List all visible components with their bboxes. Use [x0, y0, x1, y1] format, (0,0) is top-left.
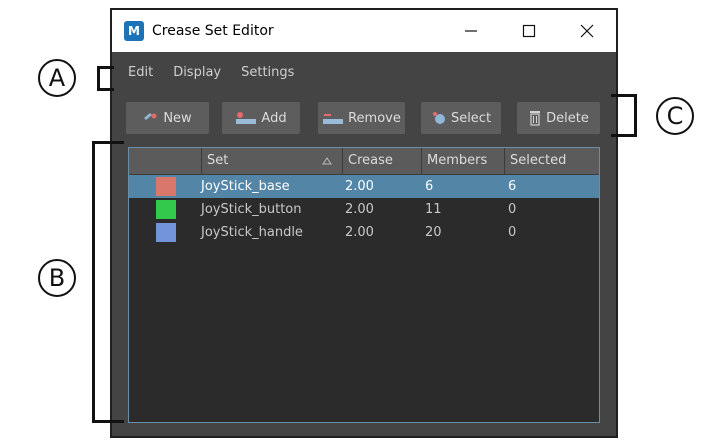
close-icon — [580, 24, 594, 38]
table-row[interactable]: JoyStick_button 2.00 11 0 — [129, 198, 599, 221]
maximize-icon — [522, 24, 536, 38]
add-members-icon — [236, 112, 257, 124]
select-button-label: Select — [450, 110, 492, 126]
crease-set-table: Set Crease Members Selected JoyStick_bas… — [128, 147, 600, 423]
table-row[interactable]: JoyStick_handle 2.00 20 0 — [129, 221, 599, 244]
window-controls — [442, 10, 616, 52]
select-button[interactable]: Select — [421, 102, 501, 134]
crease-set-editor-window: M Crease Set Editor Edit Display Setting… — [110, 8, 618, 438]
window-title: Crease Set Editor — [152, 23, 274, 39]
minimize-icon — [465, 30, 477, 32]
maya-app-icon: M — [124, 21, 144, 41]
annotation-c-bracket — [611, 94, 637, 137]
annotation-b-bracket — [92, 141, 124, 423]
remove-button[interactable]: Remove — [318, 102, 405, 134]
menu-bar: Edit Display Settings — [112, 52, 616, 92]
delete-button-label: Delete — [546, 110, 589, 126]
annotation-b-label: B — [38, 259, 76, 297]
add-button-label: Add — [261, 110, 287, 126]
header-selected[interactable]: Selected — [504, 148, 599, 174]
menu-edit[interactable]: Edit — [128, 65, 153, 80]
header-crease[interactable]: Crease — [342, 148, 421, 174]
header-set[interactable]: Set — [201, 148, 342, 174]
trash-icon — [530, 111, 541, 126]
cell-crease: 2.00 — [345, 202, 374, 217]
cell-selected: 0 — [508, 225, 517, 240]
title-bar: M Crease Set Editor — [112, 10, 616, 52]
add-button[interactable]: Add — [222, 102, 300, 134]
delete-button[interactable]: Delete — [517, 102, 600, 134]
header-color[interactable] — [129, 148, 201, 174]
cell-members: 20 — [425, 225, 442, 240]
new-button[interactable]: New — [126, 102, 209, 134]
table-header: Set Crease Members Selected — [129, 148, 599, 175]
cell-set: JoyStick_handle — [201, 225, 303, 240]
annotation-a-bracket — [97, 66, 114, 91]
color-swatch[interactable] — [156, 200, 176, 219]
cell-members: 6 — [425, 179, 434, 194]
annotation-c-label: C — [656, 97, 694, 135]
minimize-button[interactable] — [442, 10, 500, 52]
header-set-label: Set — [207, 153, 229, 168]
menu-display[interactable]: Display — [173, 65, 221, 80]
color-swatch[interactable] — [156, 177, 176, 196]
toolbar: New Add Remove Select Delete — [112, 98, 616, 138]
cell-crease: 2.00 — [345, 225, 374, 240]
remove-button-label: Remove — [348, 110, 401, 126]
annotation-a-label: A — [38, 59, 76, 97]
table-row[interactable]: JoyStick_base 2.00 6 6 — [129, 175, 599, 198]
cell-selected: 6 — [508, 179, 517, 194]
cell-selected: 0 — [508, 202, 517, 217]
cell-members: 11 — [425, 202, 442, 217]
remove-members-icon — [323, 114, 344, 124]
cell-crease: 2.00 — [345, 179, 374, 194]
cell-set: JoyStick_base — [201, 179, 290, 194]
new-set-icon — [144, 113, 157, 120]
maximize-button[interactable] — [500, 10, 558, 52]
header-members[interactable]: Members — [421, 148, 504, 174]
close-button[interactable] — [558, 10, 616, 52]
sort-ascending-icon — [322, 157, 332, 165]
cell-set: JoyStick_button — [201, 202, 302, 217]
menu-settings[interactable]: Settings — [241, 65, 294, 80]
select-members-icon — [432, 112, 445, 124]
color-swatch[interactable] — [156, 223, 176, 242]
new-button-label: New — [163, 110, 192, 126]
